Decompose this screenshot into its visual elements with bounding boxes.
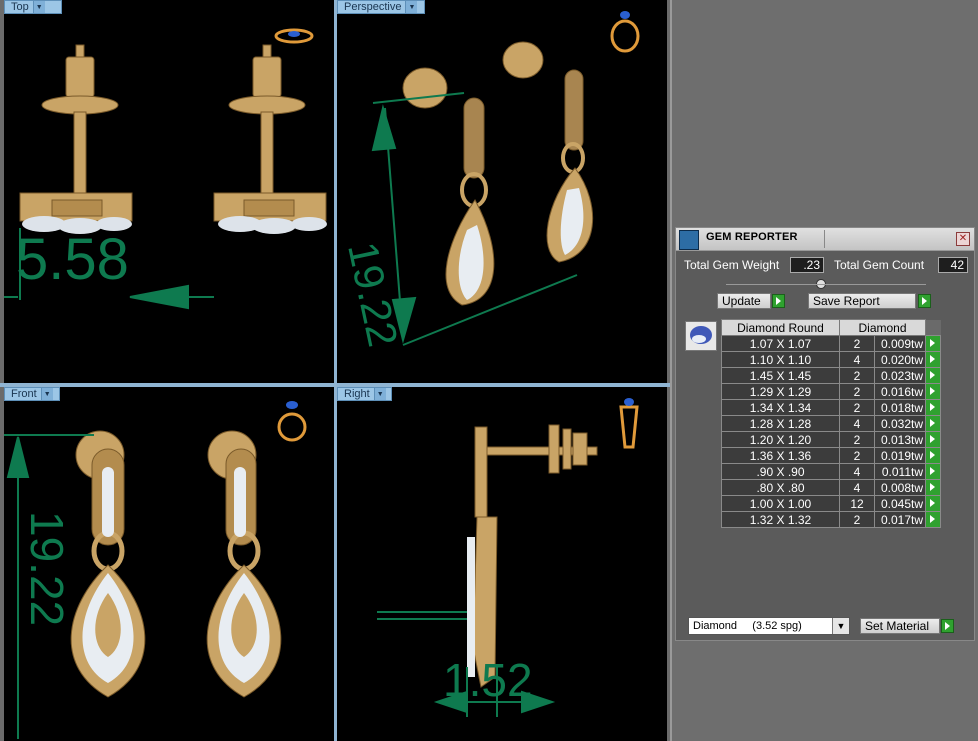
gem-size-cell: 1.45 X 1.45 xyxy=(721,367,840,384)
gem-reporter-titlebar[interactable]: GEM REPORTER ✕ xyxy=(676,228,974,251)
table-row[interactable]: .80 X .80 4 0.008tw xyxy=(721,479,941,496)
table-row[interactable]: 1.45 X 1.45 2 0.023tw xyxy=(721,367,941,384)
row-go-icon[interactable] xyxy=(925,367,941,384)
row-go-icon[interactable] xyxy=(925,479,941,496)
gem-weight-cell: 0.009tw xyxy=(874,335,926,352)
titlebar-separator xyxy=(824,230,825,248)
gem-count-cell: 2 xyxy=(839,367,875,384)
update-go-icon[interactable] xyxy=(772,294,785,308)
row-go-icon[interactable] xyxy=(925,335,941,352)
gem-reporter-title: GEM REPORTER xyxy=(706,231,798,243)
table-row[interactable]: 1.28 X 1.28 4 0.032tw xyxy=(721,415,941,432)
gem-table: Diamond Round Diamond 1.07 X 1.07 2 0.009t… xyxy=(721,319,941,528)
table-row[interactable]: 1.07 X 1.07 2 0.009tw xyxy=(721,335,941,352)
close-icon[interactable]: ✕ xyxy=(956,232,970,246)
gem-count-cell: 2 xyxy=(839,431,875,448)
save-report-go-icon[interactable] xyxy=(918,294,931,308)
table-row[interactable]: 1.32 X 1.32 2 0.017tw xyxy=(721,511,941,528)
chevron-down-icon[interactable]: ▼ xyxy=(832,618,849,634)
set-material-button[interactable]: Set Material xyxy=(860,618,940,634)
row-go-icon[interactable] xyxy=(925,383,941,400)
table-row[interactable]: 1.20 X 1.20 2 0.013tw xyxy=(721,431,941,448)
gem-size-cell: 1.36 X 1.36 xyxy=(721,447,840,464)
gem-count-cell: 2 xyxy=(839,447,875,464)
gem-weight-cell: 0.019tw xyxy=(874,447,926,464)
gem-size-cell: 1.07 X 1.07 xyxy=(721,335,840,352)
top-view-model xyxy=(4,28,327,310)
gem-preview-diamond-icon xyxy=(685,321,717,351)
total-gem-weight-value: .23 xyxy=(790,257,824,273)
update-button[interactable]: Update xyxy=(717,293,771,309)
gem-weight-cell: 0.020tw xyxy=(874,351,926,368)
gem-size-cell: 1.32 X 1.32 xyxy=(721,511,840,528)
gem-weight-cell: 0.008tw xyxy=(874,479,926,496)
gem-table-header: Diamond Round Diamond xyxy=(721,319,941,336)
gem-count-cell: 2 xyxy=(839,383,875,400)
gem-count-cell: 4 xyxy=(839,351,875,368)
gem-weight-cell: 0.023tw xyxy=(874,367,926,384)
gem-size-cell: 1.34 X 1.34 xyxy=(721,399,840,416)
gem-weight-cell: 0.016tw xyxy=(874,383,926,400)
gem-weight-cell: 0.032tw xyxy=(874,415,926,432)
save-report-button[interactable]: Save Report xyxy=(808,293,916,309)
gem-size-cell: 1.20 X 1.20 xyxy=(721,431,840,448)
row-go-icon[interactable] xyxy=(925,495,941,512)
row-go-icon[interactable] xyxy=(925,351,941,368)
table-row[interactable]: 1.34 X 1.34 2 0.018tw xyxy=(721,399,941,416)
gem-weight-cell: 0.011tw xyxy=(874,463,926,480)
table-row[interactable]: 1.36 X 1.36 2 0.019tw xyxy=(721,447,941,464)
column-header-diamond-round[interactable]: Diamond Round xyxy=(721,319,840,336)
viewport-right[interactable]: Right ▼ 1.52 xyxy=(337,387,667,741)
total-gem-count-label: Total Gem Count xyxy=(834,258,925,272)
material-select[interactable]: Diamond (3.52 spg) ▼ xyxy=(688,617,850,635)
row-go-icon[interactable] xyxy=(925,415,941,432)
gem-weight-cell: 0.013tw xyxy=(874,431,926,448)
row-go-icon[interactable] xyxy=(925,463,941,480)
gem-reporter-panel: GEM REPORTER ✕ Total Gem Weight .23 Tota… xyxy=(675,227,975,641)
set-material-go-icon[interactable] xyxy=(941,619,954,633)
gem-count-cell: 2 xyxy=(839,511,875,528)
gem-size-cell: .90 X .90 xyxy=(721,463,840,480)
gem-size-cell: 1.00 X 1.00 xyxy=(721,495,840,512)
row-go-icon[interactable] xyxy=(925,447,941,464)
gem-weight-cell: 0.045tw xyxy=(874,495,926,512)
panel-splitter-line xyxy=(726,284,926,285)
viewport-top[interactable]: Top ▼ 5.58 xyxy=(4,0,334,383)
viewport-perspective[interactable]: Perspective ▼ 19.22 xyxy=(337,0,667,383)
gem-size-cell: 1.10 X 1.10 xyxy=(721,351,840,368)
viewport-divider-horizontal[interactable] xyxy=(0,383,670,387)
gem-size-cell: .80 X .80 xyxy=(721,479,840,496)
front-dimension-label: 19.22 xyxy=(21,511,73,627)
row-go-icon[interactable] xyxy=(925,511,941,528)
top-dimension-label: 5.58 xyxy=(16,227,129,292)
right-dimension-label: 1.52 xyxy=(443,654,533,706)
gem-weight-cell: 0.018tw xyxy=(874,399,926,416)
total-gem-count-value: 42 xyxy=(938,257,968,273)
total-gem-weight-label: Total Gem Weight xyxy=(684,258,780,272)
gem-count-cell: 4 xyxy=(839,415,875,432)
row-go-icon[interactable] xyxy=(925,431,941,448)
table-row[interactable]: 1.00 X 1.00 12 0.045tw xyxy=(721,495,941,512)
gem-count-cell: 4 xyxy=(839,479,875,496)
gem-count-cell: 2 xyxy=(839,399,875,416)
column-header-diamond[interactable]: Diamond xyxy=(839,319,926,336)
gem-size-cell: 1.29 X 1.29 xyxy=(721,383,840,400)
viewport-front[interactable]: Front ▼ 19.22 xyxy=(4,387,334,741)
gem-count-cell: 4 xyxy=(839,463,875,480)
table-row[interactable]: .90 X .90 4 0.011tw xyxy=(721,463,941,480)
row-go-icon[interactable] xyxy=(925,399,941,416)
gem-count-cell: 12 xyxy=(839,495,875,512)
viewport-divider-vertical[interactable] xyxy=(334,0,337,741)
gem-weight-cell: 0.017tw xyxy=(874,511,926,528)
table-row[interactable]: 1.29 X 1.29 2 0.016tw xyxy=(721,383,941,400)
gem-count-cell: 2 xyxy=(839,335,875,352)
gem-reporter-icon xyxy=(679,230,699,250)
gem-size-cell: 1.28 X 1.28 xyxy=(721,415,840,432)
table-row[interactable]: 1.10 X 1.10 4 0.020tw xyxy=(721,351,941,368)
material-select-value: Diamond (3.52 spg) xyxy=(693,620,802,632)
